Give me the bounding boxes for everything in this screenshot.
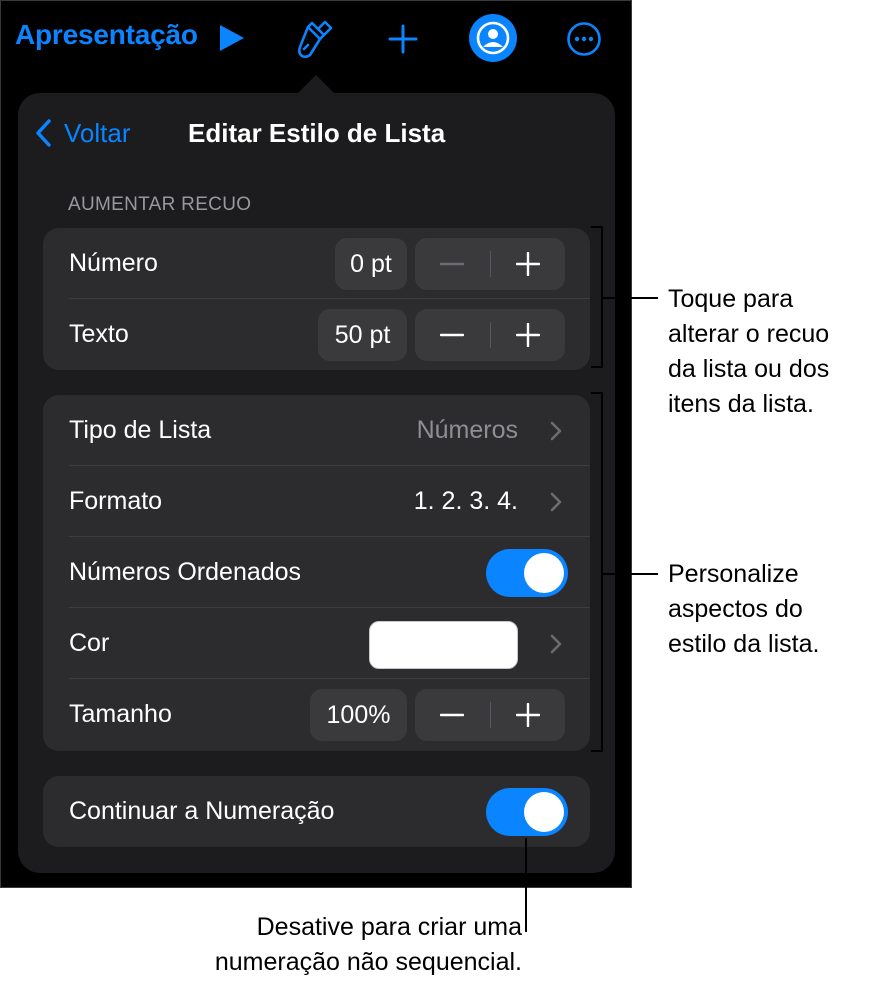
- plus-icon: [515, 323, 540, 347]
- texto-stepper: [415, 309, 565, 361]
- back-button[interactable]: Voltar: [34, 115, 131, 151]
- numeros-ordenados-toggle[interactable]: [486, 549, 568, 597]
- plus-icon: [515, 703, 540, 727]
- callout-recuo: Toque para alterar o recuo da lista ou d…: [668, 285, 830, 418]
- numero-label: Número: [69, 249, 158, 277]
- cor-label: Cor: [69, 629, 110, 657]
- section-label-indent: AUMENTAR RECUO: [68, 194, 252, 215]
- minus-icon: [440, 713, 465, 717]
- formato-row[interactable]: Formato 1. 2. 3. 4.: [43, 466, 590, 537]
- texto-decrement-button[interactable]: [415, 309, 490, 361]
- numero-increment-button[interactable]: [491, 238, 566, 290]
- numero-row: Número 0 pt: [43, 228, 590, 299]
- chevron-left-icon: [36, 119, 51, 147]
- list-style-popover: Voltar Editar Estilo de Lista AUMENTAR R…: [18, 93, 615, 873]
- callout-numeracao: Desative para criar uma numeração não se…: [214, 913, 522, 976]
- tamanho-value-field[interactable]: 100%: [310, 689, 407, 741]
- more-icon[interactable]: [566, 21, 602, 62]
- continuar-numeracao-toggle[interactable]: [486, 788, 568, 836]
- tipo-de-lista-row[interactable]: Tipo de Lista Números: [43, 395, 590, 466]
- presentation-title-button[interactable]: Apresentação: [15, 19, 198, 51]
- numero-stepper: [415, 238, 565, 290]
- popover-arrow: [298, 75, 334, 93]
- texto-increment-button[interactable]: [491, 309, 566, 361]
- texto-value-field[interactable]: 50 pt: [318, 309, 407, 361]
- tamanho-decrement-button[interactable]: [415, 689, 490, 741]
- chevron-right-icon: [550, 421, 562, 441]
- tamanho-increment-button[interactable]: [491, 689, 566, 741]
- list-style-group: Tipo de Lista Números Formato 1. 2. 3. 4…: [43, 395, 590, 751]
- callout-line: [525, 838, 527, 932]
- tipo-de-lista-value: Números: [416, 416, 518, 444]
- ipad-screen: Apresentação Voltar Editar Estilo de Lis…: [0, 0, 632, 888]
- tamanho-stepper: [415, 689, 565, 741]
- continuar-numeracao-row: Continuar a Numeração: [43, 776, 590, 847]
- toolbar: Apresentação: [1, 1, 633, 81]
- back-label: Voltar: [64, 117, 131, 148]
- texto-row: Texto 50 pt: [43, 299, 590, 370]
- minus-icon: [440, 262, 465, 266]
- numeros-ordenados-label: Números Ordenados: [69, 558, 302, 586]
- formato-value: 1. 2. 3. 4.: [413, 487, 518, 515]
- numeros-ordenados-row: Números Ordenados: [43, 537, 590, 608]
- texto-label: Texto: [69, 320, 129, 348]
- plus-icon: [515, 252, 540, 276]
- color-swatch[interactable]: [369, 621, 518, 669]
- tamanho-label: Tamanho: [69, 700, 172, 728]
- continuar-group: Continuar a Numeração: [43, 776, 590, 847]
- bracket-line: [591, 366, 603, 368]
- paintbrush-icon[interactable]: [294, 17, 336, 66]
- chevron-right-icon: [550, 492, 562, 512]
- cor-row[interactable]: Cor: [43, 608, 590, 679]
- plus-icon[interactable]: [387, 23, 419, 60]
- tipo-de-lista-label: Tipo de Lista: [69, 416, 212, 444]
- numero-decrement-button[interactable]: [415, 238, 490, 290]
- continuar-numeracao-label: Continuar a Numeração: [69, 797, 335, 825]
- callout-line: [602, 297, 658, 299]
- indent-group: Número 0 pt Texto 50 pt: [43, 228, 590, 370]
- bracket-line: [591, 750, 603, 752]
- collaborate-icon[interactable]: [468, 13, 518, 68]
- tamanho-row: Tamanho 100%: [43, 679, 590, 750]
- formato-label: Formato: [69, 487, 163, 515]
- callout-estilo: Personalize aspectos do estilo da lista.: [668, 560, 820, 658]
- page-title: Editar Estilo de Lista: [188, 118, 446, 148]
- bracket-line: [601, 392, 603, 752]
- minus-icon: [440, 333, 465, 337]
- play-icon[interactable]: [217, 23, 247, 58]
- callout-line: [602, 573, 658, 575]
- chevron-right-icon: [550, 634, 562, 654]
- numero-value-field[interactable]: 0 pt: [335, 238, 407, 290]
